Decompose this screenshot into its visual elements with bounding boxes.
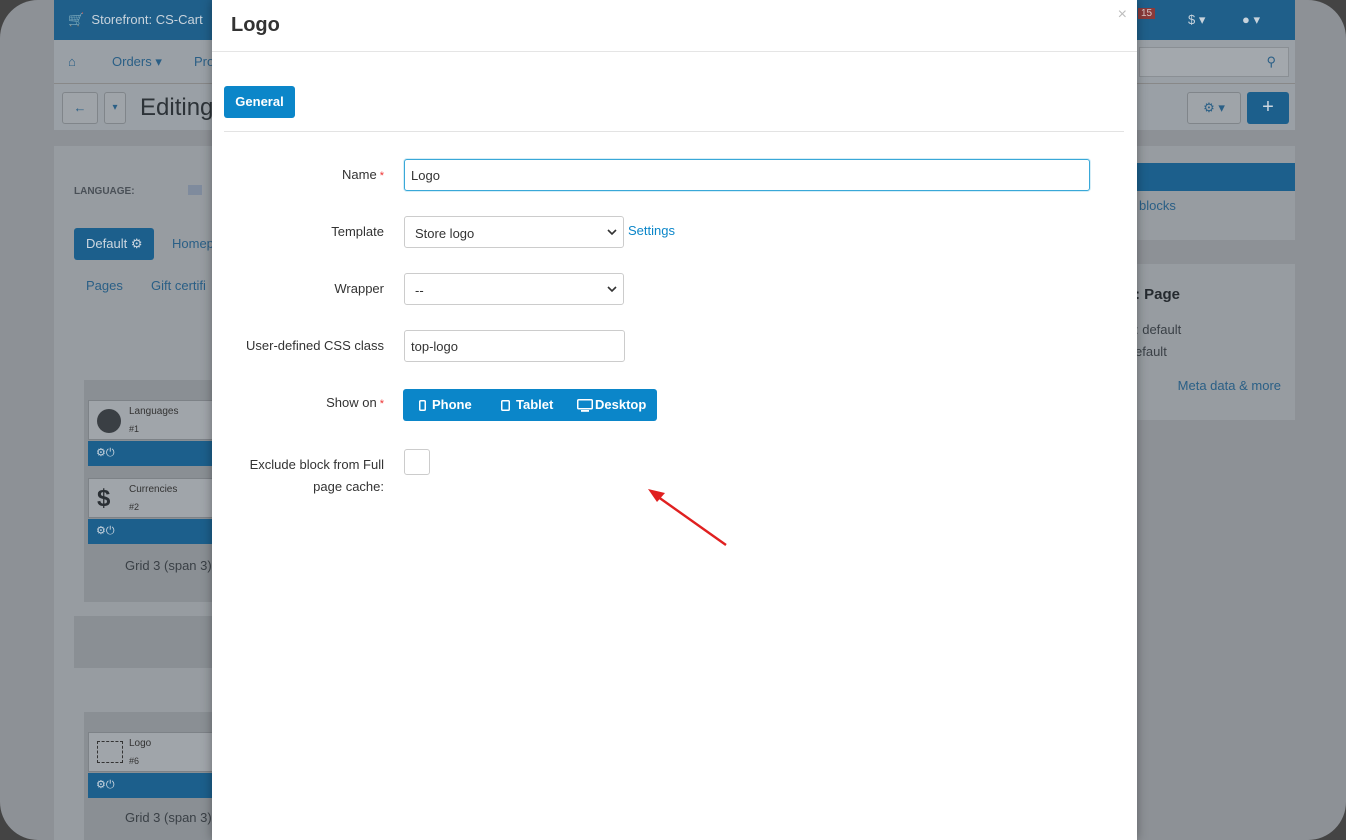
modal-header: Logo × [212,0,1137,52]
admin-search-input[interactable]: ⚲ [1139,47,1289,77]
wrapper-select[interactable]: -- [404,273,624,305]
block-name: Languages [129,406,179,417]
template-settings-link[interactable]: Settings [628,223,675,238]
block-toolbar[interactable]: ⚙⏻ [88,441,214,466]
page-info-panel: : Page : default efault Meta data & more [1135,264,1295,420]
screen-frame: 🛒 Storefront: CS-Cart 15 $ ▾ ● ▾ ⌂ Order… [0,0,1346,840]
block-toolbar[interactable]: ⚙⏻ [88,773,214,798]
page-info-line: efault [1135,344,1167,359]
home-icon[interactable]: ⌂ [68,54,76,69]
block-currencies[interactable]: $ Currencies #2 [88,478,214,518]
device-tablet-button[interactable]: Tablet [501,389,553,421]
block-number: #2 [129,502,140,512]
tabs-divider [224,131,1124,132]
tab-gift-certificates[interactable]: Gift certifi [151,278,206,293]
block-number: #6 [129,756,140,766]
template-selected-value: Store logo [415,226,475,241]
modal-title: Logo [231,14,280,36]
show-on-device-toggle: Phone Tablet Desktop [403,389,657,421]
chevron-down-icon [607,286,617,293]
page-info-heading: : Page [1135,286,1181,303]
tab-default-layout[interactable]: Default ⚙ [74,228,154,260]
name-label: Name * [342,167,384,182]
meta-data-link[interactable]: Meta data & more [1178,378,1281,393]
show-on-label: Show on * [326,395,384,410]
name-input[interactable] [404,159,1090,191]
wrapper-selected-value: -- [415,283,424,298]
nav-orders[interactable]: Orders ▾ [112,54,162,70]
close-icon[interactable]: × [1118,6,1127,24]
settings-gear-button[interactable]: ⚙ ▾ [1187,92,1241,124]
exclude-cache-label: Exclude block from Full page cache: [249,457,384,494]
template-label: Template [331,224,384,239]
gear-icon[interactable]: ⚙ [96,447,106,459]
right-sidebar-panel: blocks [1135,146,1295,240]
template-select[interactable]: Store logo [404,216,624,248]
grid-label: Grid 3 (span 3) [125,558,212,573]
wrapper-label: Wrapper [334,281,384,296]
sidebar-header-bar [1135,163,1295,191]
user-menu-icon[interactable]: ● ▾ [1242,12,1260,28]
block-toolbar[interactable]: ⚙⏻ [88,519,214,544]
tab-pages[interactable]: Pages [86,278,123,293]
page-info-line: : default [1135,322,1182,337]
desktop-icon [577,399,593,412]
tablet-icon [501,400,510,412]
cart-icon: 🛒 [68,12,85,27]
storefront-label: Storefront: CS-Cart [91,12,203,27]
currency-dropdown[interactable]: $ ▾ [1188,12,1205,28]
us-flag-icon[interactable] [188,185,202,195]
exclude-cache-checkbox[interactable] [404,449,430,475]
chevron-down-icon [607,229,617,236]
power-icon[interactable]: ⏻ [106,779,115,791]
required-mark: * [379,398,384,410]
language-label: LANGUAGE: [74,186,135,197]
required-mark: * [379,170,384,182]
power-icon[interactable]: ⏻ [106,447,115,459]
block-number: #1 [129,424,140,434]
css-class-label: User-defined CSS class [246,338,384,353]
page-title: Editing [140,94,214,121]
blocks-link[interactable]: blocks [1139,198,1176,213]
grid-label: Grid 3 (span 3) [125,810,212,825]
device-desktop-button[interactable]: Desktop [577,389,646,421]
block-logo[interactable]: Logo #6 [88,732,214,772]
notification-badge[interactable]: 15 [1138,8,1156,19]
storefront-switcher[interactable]: 🛒 Storefront: CS-Cart [68,12,203,28]
logo-placeholder-icon [97,741,123,763]
back-button[interactable]: ← [62,92,98,124]
globe-icon [97,409,121,433]
phone-icon [419,400,426,412]
gear-icon[interactable]: ⚙ [96,525,106,537]
tab-general[interactable]: General [224,86,295,118]
history-dropdown-button[interactable]: ▾ [104,92,126,124]
grid-separator [74,616,214,668]
power-icon[interactable]: ⏻ [106,525,115,537]
block-settings-modal: Logo × General Name* Template Store logo… [212,0,1137,840]
device-phone-button[interactable]: Phone [419,389,472,421]
tab-homepage[interactable]: Homep [172,236,214,251]
search-icon: ⚲ [1266,54,1276,69]
dollar-icon: $ [97,485,111,512]
annotation-arrow-icon [648,489,727,546]
add-button[interactable]: + [1247,92,1289,124]
block-name: Currencies [129,484,178,495]
css-class-input[interactable] [404,330,625,362]
gear-icon[interactable]: ⚙ [96,779,106,791]
block-languages[interactable]: Languages #1 [88,400,214,440]
block-name: Logo [129,738,152,749]
